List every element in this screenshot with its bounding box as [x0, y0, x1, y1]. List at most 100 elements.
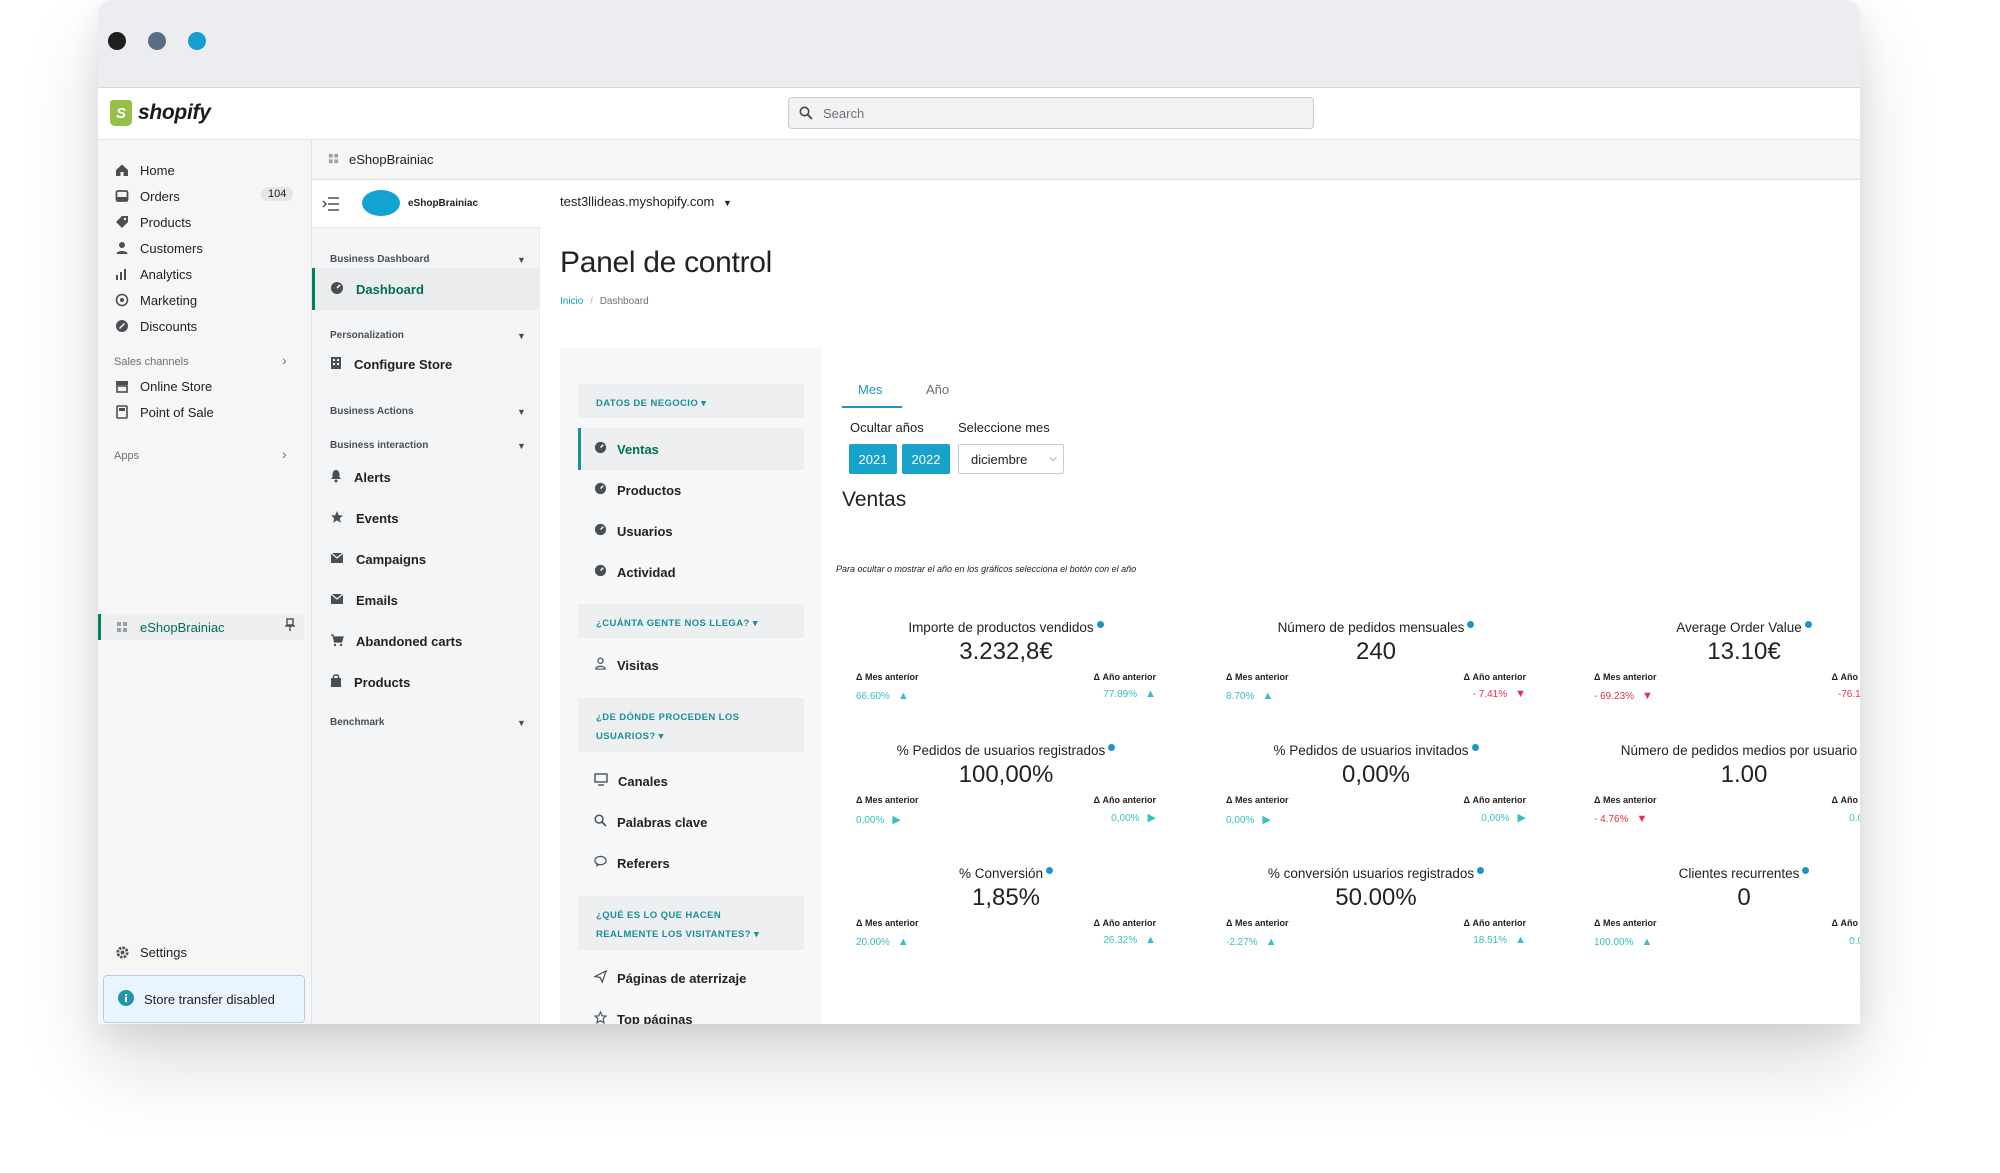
shopify-logo[interactable]: shopify [110, 100, 211, 126]
section-business-interaction[interactable]: Business interaction [330, 440, 428, 451]
info-icon[interactable] [1096, 621, 1104, 628]
dashboard-subnav: DATOS DE NEGOCIO ▾ Ventas Productos Usua… [560, 348, 822, 1024]
subnav-visitas[interactable]: Visitas [594, 654, 659, 676]
info-icon[interactable] [1108, 744, 1116, 751]
appnav-dashboard[interactable]: Dashboard [330, 278, 424, 300]
appnav-events[interactable]: Events [330, 507, 399, 529]
nav-settings[interactable]: Settings [114, 940, 187, 964]
delta-prev-month-label: Δ Mes anterior [856, 672, 919, 682]
appnav-configure-store-label: Configure Store [354, 356, 453, 372]
building-icon [330, 356, 342, 373]
subnav-palabras-clave-label: Palabras clave [617, 814, 708, 830]
subnav-actividad[interactable]: Actividad [594, 561, 676, 583]
subnav-paginas-aterrizaje[interactable]: Páginas de aterrizaje [593, 967, 747, 989]
subnav-productos[interactable]: Productos [594, 479, 681, 501]
section-personalization[interactable]: Personalization [330, 330, 404, 341]
kpi-value: 0 [1737, 884, 1751, 911]
subnav-referers[interactable]: Referers [594, 852, 670, 874]
delta-prev-year: 26.32% ▲ [1103, 934, 1156, 946]
home-icon [114, 162, 130, 178]
delta-prev-month-label: Δ Mes anterior [856, 795, 919, 805]
subnav-ventas[interactable]: Ventas [594, 438, 659, 460]
group-de-donde[interactable]: ¿DE DÓNDE PROCEDEN LOS USUARIOS? ▾ [578, 698, 804, 752]
nav-products[interactable]: Products [114, 210, 191, 234]
kpi-title-text: Clientes recurrentes [1678, 866, 1800, 881]
appnav-alerts[interactable]: Alerts [330, 466, 391, 488]
sales-channels-heading: Sales channels [114, 356, 189, 368]
chevron-down-icon[interactable]: ▼ [517, 407, 526, 417]
section-business-actions[interactable]: Business Actions [330, 406, 414, 417]
minimize-window-dot[interactable] [148, 32, 166, 50]
nav-app-eshopbrainiac[interactable]: eShopBrainiac [114, 615, 225, 639]
chevron-down-icon[interactable]: ▼ [517, 718, 526, 728]
section-benchmark[interactable]: Benchmark [330, 717, 384, 728]
kpi-title: Número de pedidos medios por usuario [1594, 743, 1860, 758]
info-icon[interactable] [1471, 744, 1479, 751]
info-icon[interactable] [1802, 867, 1810, 874]
close-window-dot[interactable] [108, 32, 126, 50]
chevron-down-icon[interactable]: ▼ [517, 331, 526, 341]
kpi-title-text: % conversión usuarios registrados [1267, 866, 1475, 881]
nav-discounts[interactable]: Discounts [114, 314, 197, 338]
breadcrumb-home-link[interactable]: Inicio [560, 296, 583, 307]
chevron-down-icon[interactable]: ▼ [517, 255, 526, 265]
tab-mes[interactable]: Mes [858, 382, 883, 397]
info-icon[interactable] [1477, 867, 1485, 874]
subnav-palabras-clave[interactable]: Palabras clave [594, 811, 707, 833]
subnav-canales[interactable]: Canales [594, 770, 668, 792]
store-selector[interactable]: test3llideas.myshopify.com ▼ [560, 194, 732, 209]
dashboard-content: Mes Año Ocultar años Seleccione mes 2021… [822, 348, 1860, 1024]
subnav-paginas-aterrizaje-label: Páginas de aterrizaje [617, 970, 747, 986]
appnav-configure-store[interactable]: Configure Store [330, 353, 452, 375]
mail-icon [330, 593, 344, 608]
collapse-menu-icon[interactable] [322, 196, 340, 217]
subnav-top-paginas[interactable]: Top páginas [593, 1008, 693, 1024]
nav-home[interactable]: Home [114, 158, 175, 182]
shopify-bag-icon [110, 100, 132, 126]
app-grid-icon [114, 619, 130, 635]
store-transfer-banner: Store transfer disabled [103, 975, 305, 1023]
trend-down-icon: ▼ [1642, 690, 1653, 702]
section-business-dashboard[interactable]: Business Dashboard [330, 254, 429, 265]
year-2022-button[interactable]: 2022 [902, 444, 950, 474]
group-que-hacen[interactable]: ¿QUÉ ES LO QUE HACEN REALMENTE LOS VISIT… [578, 896, 804, 950]
star-outline-icon [593, 1010, 608, 1024]
year-2021-button[interactable]: 2021 [849, 444, 897, 474]
kpi-title-text: Número de pedidos mensuales [1277, 620, 1465, 635]
delta-prev-year: - 7.41% ▼ [1473, 688, 1526, 700]
subnav-usuarios[interactable]: Usuarios [594, 520, 673, 542]
delta-prev-month: 8.70% ▲ [1226, 690, 1273, 702]
delta-prev-year-value: 0.00% [1849, 813, 1860, 824]
info-icon [118, 989, 134, 1009]
subnav-ventas-label: Ventas [617, 441, 659, 457]
nav-customers[interactable]: Customers [114, 236, 203, 260]
delta-prev-month-value: 100.00% [1594, 937, 1634, 948]
chevron-down-icon[interactable]: ▼ [517, 441, 526, 451]
appnav-abandoned-carts[interactable]: Abandoned carts [330, 630, 462, 652]
month-select[interactable]: diciembre ⌵ [958, 444, 1064, 474]
delta-prev-year-label: Δ Año anterior [1093, 795, 1156, 805]
pin-icon[interactable] [284, 618, 296, 637]
nav-marketing[interactable]: Marketing [114, 288, 197, 312]
nav-point-of-sale[interactable]: Point of Sale [114, 400, 214, 424]
appnav-campaigns[interactable]: Campaigns [330, 548, 426, 570]
tab-ano[interactable]: Año [926, 382, 949, 397]
info-icon[interactable] [1046, 867, 1054, 874]
kpi-card-importe-de-productos-vendidos: Importe de productos vendidos 3.232,8€ Δ M… [856, 620, 1156, 730]
group-cuanta-gente[interactable]: ¿CUÁNTA GENTE NOS LLEGA? ▾ [578, 604, 804, 638]
nav-analytics[interactable]: Analytics [114, 262, 192, 286]
chevron-right-icon[interactable]: › [282, 352, 287, 368]
info-icon[interactable] [1467, 621, 1475, 628]
appnav-emails[interactable]: Emails [330, 589, 398, 611]
nav-orders[interactable]: Orders [114, 184, 180, 208]
breadcrumb-app-name[interactable]: eShopBrainiac [349, 152, 434, 167]
nav-online-store[interactable]: Online Store [114, 374, 212, 398]
chevron-right-icon[interactable]: › [282, 446, 287, 462]
appnav-products[interactable]: Products [330, 671, 410, 693]
group-datos-de-negocio[interactable]: DATOS DE NEGOCIO ▾ [578, 384, 804, 418]
maximize-window-dot[interactable] [188, 32, 206, 50]
section-title: Ventas [842, 488, 907, 511]
tag-icon [114, 214, 130, 230]
search-input[interactable]: Search [788, 97, 1314, 129]
info-icon[interactable] [1804, 621, 1812, 628]
